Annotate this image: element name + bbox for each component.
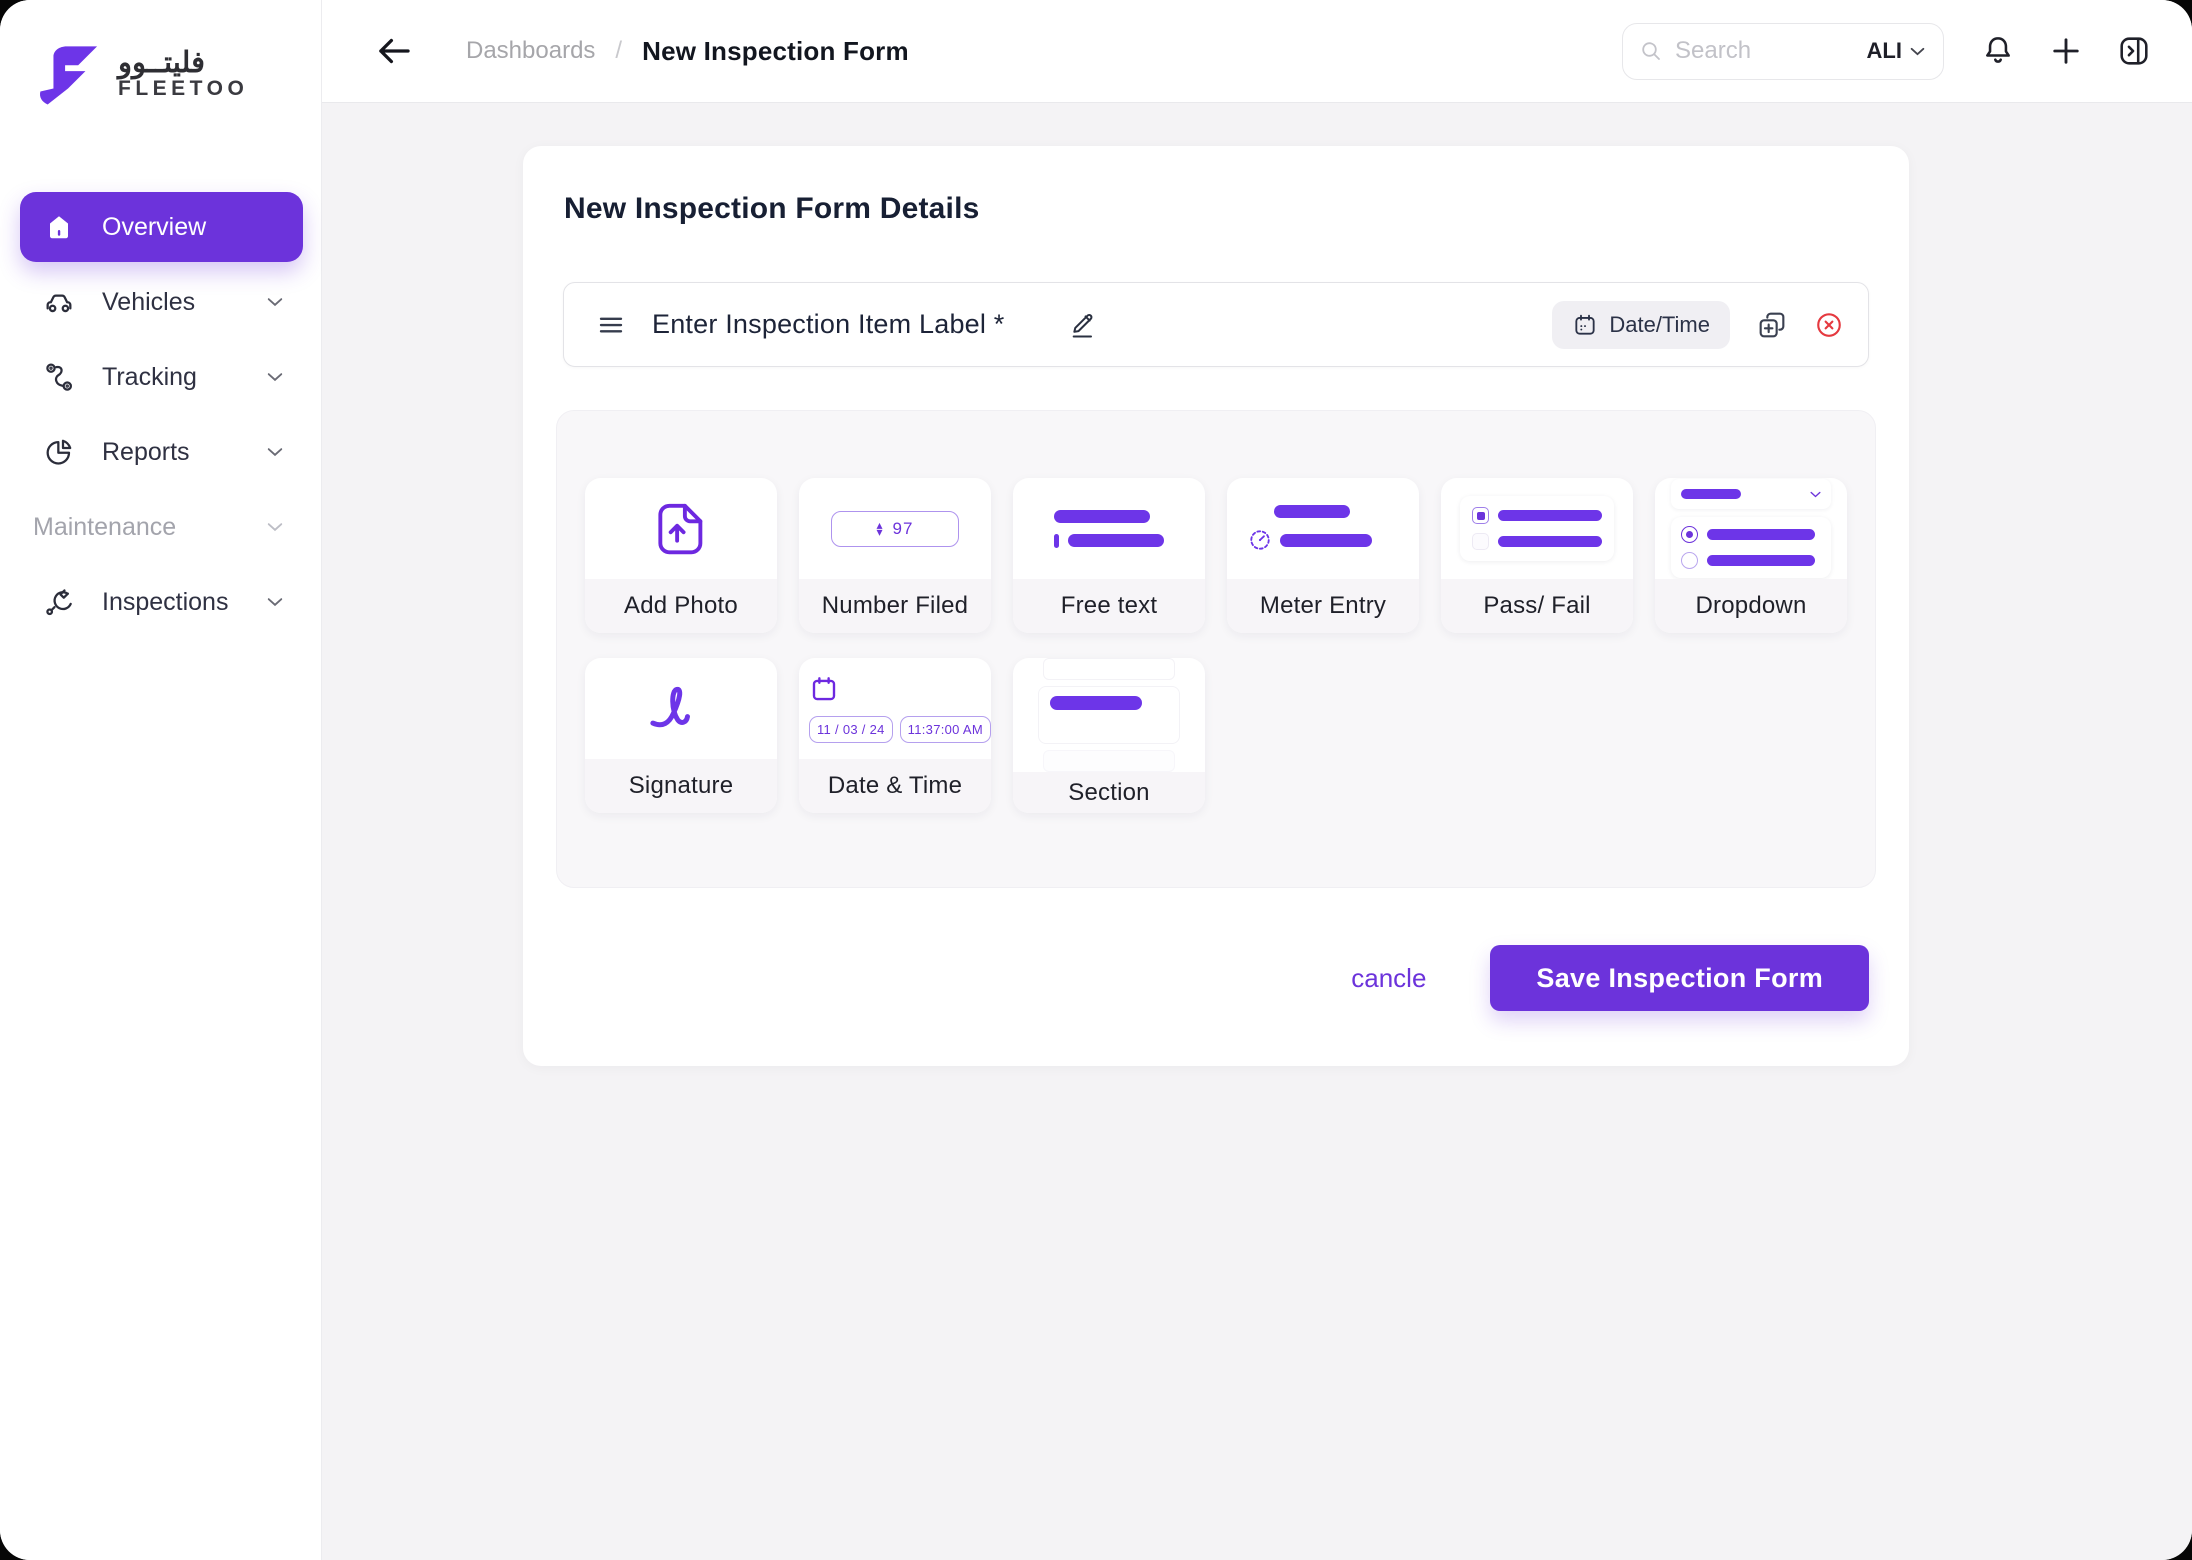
chevron-down-icon xyxy=(267,372,283,382)
time-pill: 11:37:00 AM xyxy=(900,716,991,743)
chevron-down-icon xyxy=(267,447,283,457)
tile-label: Dropdown xyxy=(1655,579,1847,633)
pie-chart-icon xyxy=(42,435,76,469)
tile-label: Signature xyxy=(585,759,777,813)
sidebar-item-overview[interactable]: Overview xyxy=(20,192,303,262)
search-icon xyxy=(1639,39,1663,63)
breadcrumb-dashboards[interactable]: Dashboards xyxy=(466,37,595,65)
inspection-form-card: New Inspection Form Details Enter Inspec… xyxy=(523,146,1909,1066)
upload-photo-icon xyxy=(650,498,712,560)
breadcrumb-separator: / xyxy=(615,37,622,65)
main-area: Dashboards / New Inspection Form ALI xyxy=(322,0,2192,1560)
tile-label: Meter Entry xyxy=(1227,579,1419,633)
back-button[interactable] xyxy=(372,29,416,73)
field-type-panel: Add Photo ▴▾ 97 Number Filed xyxy=(556,410,1876,888)
field-type-grid: Add Photo ▴▾ 97 Number Filed xyxy=(585,478,1847,813)
sidebar-item-vehicles[interactable]: Vehicles xyxy=(20,267,303,337)
edit-pencil-icon[interactable] xyxy=(1067,309,1099,341)
meter-entry-icon xyxy=(1274,505,1372,552)
signature-icon xyxy=(646,683,716,735)
tile-label: Pass/ Fail xyxy=(1441,579,1633,633)
item-label-text[interactable]: Enter Inspection Item Label * xyxy=(652,309,1005,340)
save-inspection-form-button[interactable]: Save Inspection Form xyxy=(1490,945,1869,1011)
tile-add-photo[interactable]: Add Photo xyxy=(585,478,777,633)
home-icon xyxy=(42,210,76,244)
car-icon xyxy=(42,285,76,319)
number-stepper-icon: ▴▾ 97 xyxy=(831,511,959,547)
sidebar-nav: Overview Vehicles xyxy=(0,192,321,637)
app-window: فليتــوو FLEETOO Overview xyxy=(0,0,2192,1560)
field-type-label: Date/Time xyxy=(1609,312,1710,338)
calendar-icon xyxy=(1572,312,1598,338)
route-icon xyxy=(42,360,76,394)
wrench-icon xyxy=(42,585,76,619)
notifications-bell-icon[interactable] xyxy=(1980,33,2016,69)
chevron-down-icon xyxy=(267,522,283,532)
tile-label: Number Filed xyxy=(799,579,991,633)
sidebar-item-label: Overview xyxy=(102,213,283,242)
tile-number-field[interactable]: ▴▾ 97 Number Filed xyxy=(799,478,991,633)
sidebar-item-maintenance[interactable]: Maintenance xyxy=(20,492,303,562)
content-area: New Inspection Form Details Enter Inspec… xyxy=(322,103,2192,1560)
tile-dropdown[interactable]: Dropdown xyxy=(1655,478,1847,633)
pass-fail-icon xyxy=(1460,496,1614,561)
logout-panel-icon[interactable] xyxy=(2116,33,2152,69)
inspection-item-row: Enter Inspection Item Label * xyxy=(563,282,1869,367)
search-scope-dropdown[interactable]: ALI xyxy=(1867,38,1925,64)
chevron-down-icon xyxy=(267,297,283,307)
tile-meter-entry[interactable]: Meter Entry xyxy=(1227,478,1419,633)
tile-free-text[interactable]: Free text xyxy=(1013,478,1205,633)
sidebar-item-label: Reports xyxy=(102,438,267,467)
field-type-chip[interactable]: Date/Time xyxy=(1552,301,1730,349)
search-input[interactable] xyxy=(1675,37,1867,65)
search-scope-label: ALI xyxy=(1867,38,1902,64)
section-icon xyxy=(1038,658,1180,772)
sidebar-item-reports[interactable]: Reports xyxy=(20,417,303,487)
date-pill: 11 / 03 / 24 xyxy=(809,716,893,743)
duplicate-icon[interactable] xyxy=(1756,309,1788,341)
chevron-down-icon xyxy=(267,597,283,607)
form-actions: cancle Save Inspection Form xyxy=(556,945,1876,1011)
fleetoo-logo-icon xyxy=(32,42,104,106)
search-box: ALI xyxy=(1622,23,1944,80)
sidebar-item-label: Maintenance xyxy=(33,513,267,542)
logo: فليتــوو FLEETOO xyxy=(32,38,321,110)
drag-handle-icon[interactable] xyxy=(596,310,626,340)
sidebar-item-label: Vehicles xyxy=(102,288,267,317)
page-title: New Inspection Form xyxy=(642,36,909,67)
free-text-icon xyxy=(1054,510,1164,548)
sidebar: فليتــوو FLEETOO Overview xyxy=(0,0,322,1560)
cancel-link[interactable]: cancle xyxy=(1351,963,1426,994)
add-icon[interactable] xyxy=(2048,33,2084,69)
tile-pass-fail[interactable]: Pass/ Fail xyxy=(1441,478,1633,633)
number-value: 97 xyxy=(893,519,914,539)
chevron-down-icon xyxy=(1910,47,1925,56)
card-title: New Inspection Form Details xyxy=(564,192,1876,226)
sidebar-item-label: Inspections xyxy=(102,588,267,617)
tile-label: Free text xyxy=(1013,579,1205,633)
tile-label: Section xyxy=(1013,772,1205,813)
tile-label: Add Photo xyxy=(585,579,777,633)
sidebar-item-tracking[interactable]: Tracking xyxy=(20,342,303,412)
tile-date-time[interactable]: 11 / 03 / 24 11:37:00 AM Date & Time xyxy=(799,658,991,813)
sidebar-item-label: Tracking xyxy=(102,363,267,392)
top-bar: Dashboards / New Inspection Form ALI xyxy=(322,0,2192,103)
remove-icon[interactable] xyxy=(1814,310,1844,340)
logo-arabic: فليتــوو xyxy=(118,48,248,78)
tile-signature[interactable]: Signature xyxy=(585,658,777,813)
breadcrumb: Dashboards / New Inspection Form xyxy=(466,36,909,67)
date-time-icon: 11 / 03 / 24 11:37:00 AM xyxy=(799,674,991,743)
tile-section[interactable]: Section xyxy=(1013,658,1205,813)
dropdown-icon xyxy=(1671,479,1831,578)
sidebar-item-inspections[interactable]: Inspections xyxy=(20,567,303,637)
tile-label: Date & Time xyxy=(799,759,991,813)
logo-latin: FLEETOO xyxy=(118,78,248,100)
